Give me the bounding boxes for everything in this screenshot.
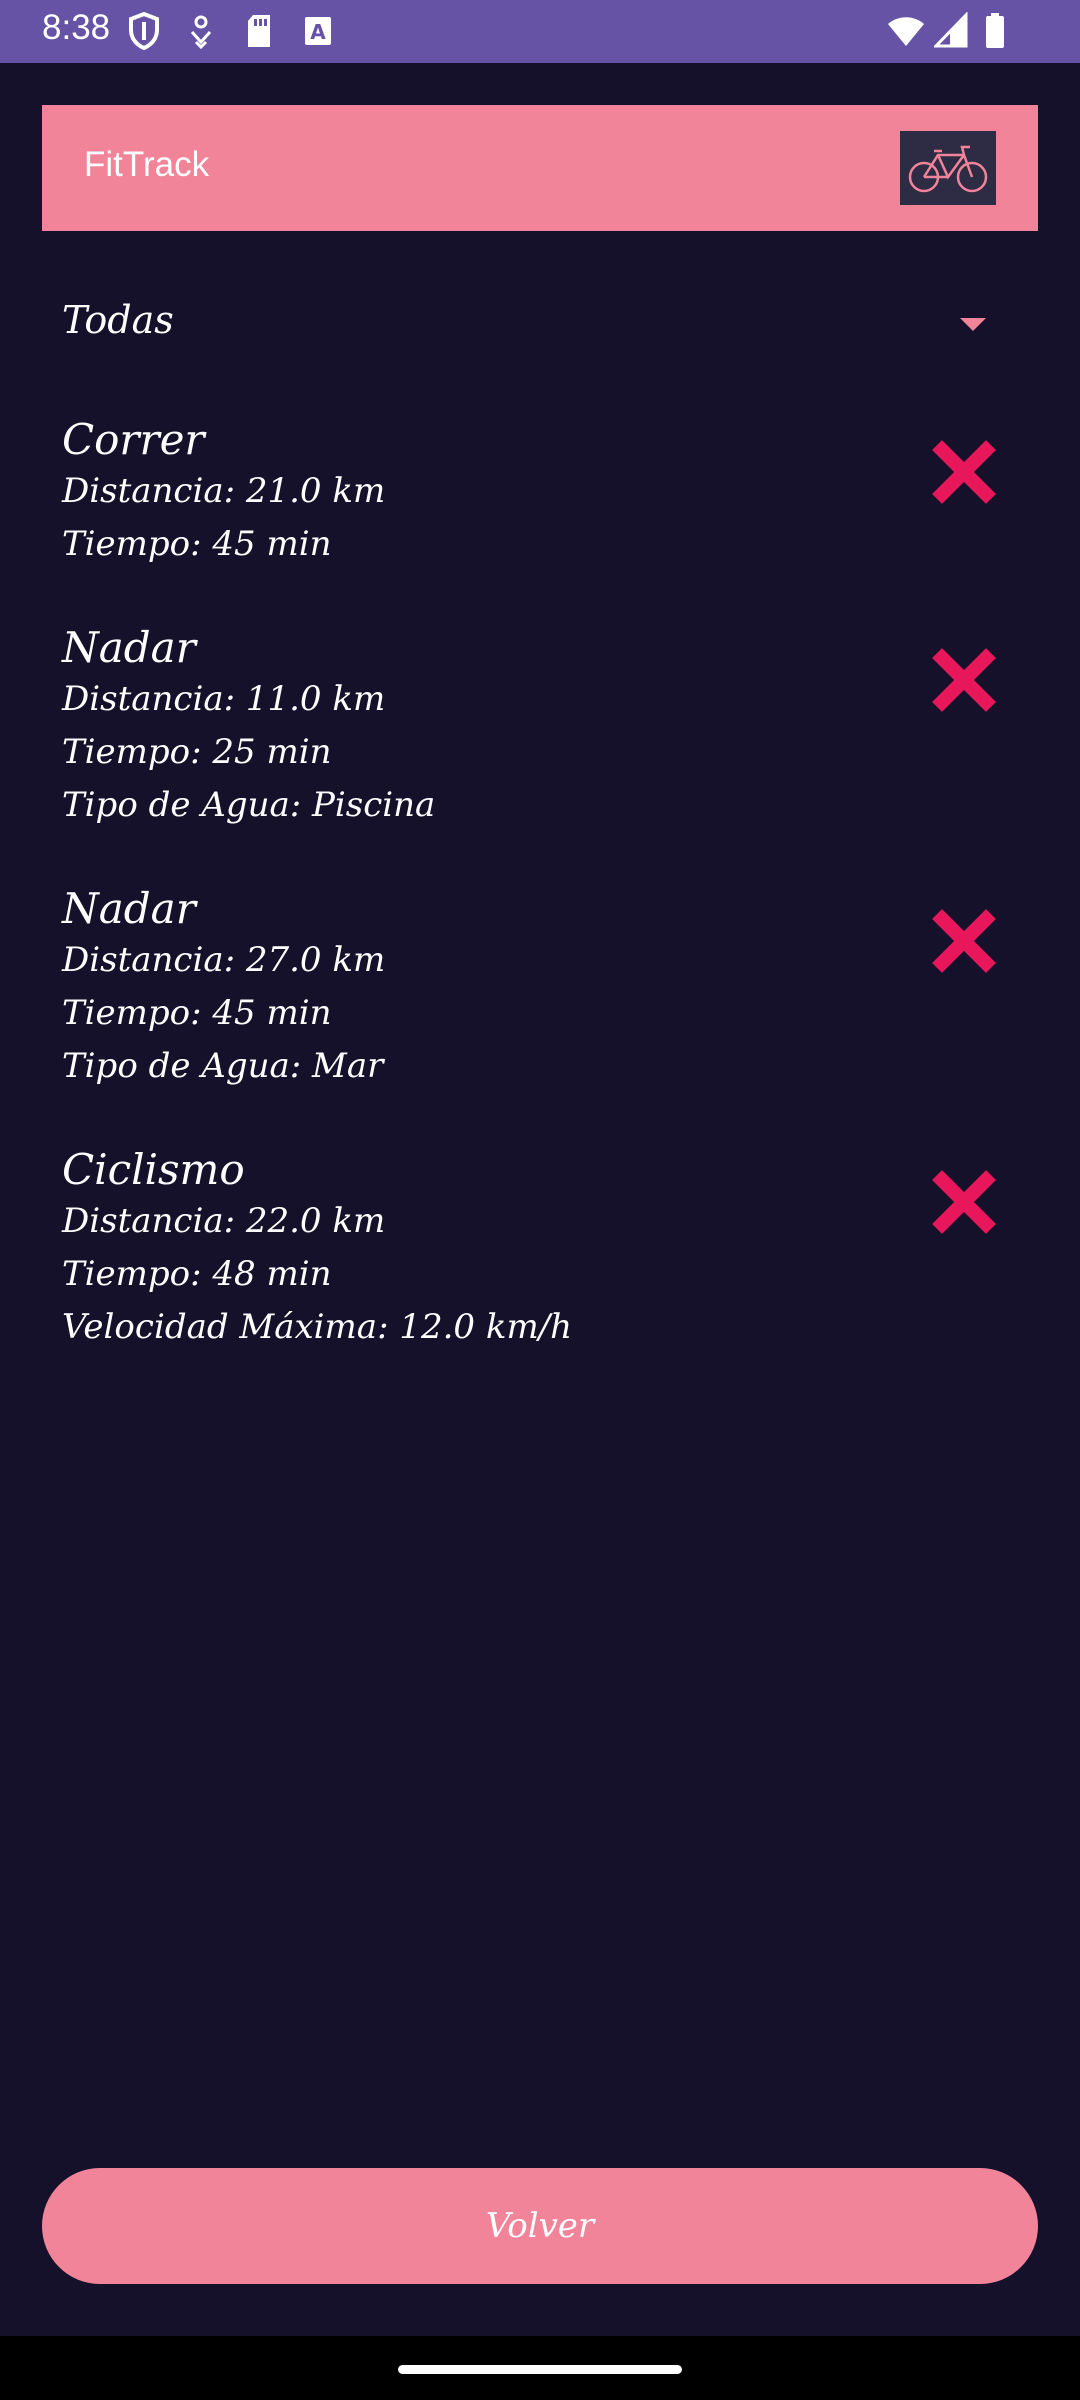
dropdown-arrow-icon — [960, 318, 986, 331]
bicycle-icon — [900, 131, 996, 205]
shield-icon — [128, 11, 160, 54]
activity-detail: Distancia: 21.0 km — [62, 471, 386, 511]
wifi-icon — [886, 12, 926, 54]
activity-detail: Tiempo: 45 min — [62, 524, 332, 564]
activity-item: Correr Distancia: 21.0 km Tiempo: 45 min — [62, 415, 1022, 571]
activity-filter-dropdown[interactable]: Todas — [42, 280, 1038, 370]
a-badge-icon: A — [302, 12, 334, 54]
activity-detail: Distancia: 22.0 km — [62, 1201, 386, 1241]
activity-detail: Distancia: 11.0 km — [62, 679, 386, 719]
delete-activity-button[interactable] — [932, 1170, 996, 1234]
delete-activity-button[interactable] — [932, 440, 996, 504]
app-bar: FitTrack — [42, 105, 1038, 231]
activity-detail: Tiempo: 25 min — [62, 732, 332, 772]
activity-item: Nadar Distancia: 11.0 km Tiempo: 25 min … — [62, 623, 1022, 832]
close-icon — [932, 1170, 996, 1234]
activity-item: Nadar Distancia: 27.0 km Tiempo: 45 min … — [62, 884, 1022, 1093]
fitness-icon — [188, 12, 214, 54]
battery-icon — [984, 12, 1006, 54]
signal-icon — [932, 11, 968, 54]
activity-title: Ciclismo — [62, 1145, 245, 1194]
activity-detail: Distancia: 27.0 km — [62, 940, 386, 980]
close-icon — [932, 440, 996, 504]
app-title: FitTrack — [84, 145, 210, 184]
close-icon — [932, 909, 996, 973]
home-gesture-handle[interactable] — [398, 2365, 682, 2374]
activity-detail: Tiempo: 48 min — [62, 1254, 332, 1294]
svg-text:A: A — [310, 20, 326, 44]
filter-selected-value: Todas — [62, 298, 174, 342]
activity-detail: Tiempo: 45 min — [62, 993, 332, 1033]
sd-card-icon — [244, 12, 274, 54]
delete-activity-button[interactable] — [932, 648, 996, 712]
status-bar: 8:38 A — [0, 0, 1080, 63]
activity-title: Nadar — [62, 884, 196, 933]
activity-detail: Tipo de Agua: Mar — [62, 1046, 384, 1086]
status-time: 8:38 — [42, 8, 111, 47]
close-icon — [932, 648, 996, 712]
activity-detail: Velocidad Máxima: 12.0 km/h — [62, 1307, 573, 1347]
navigation-bar — [0, 2336, 1080, 2400]
activity-title: Correr — [62, 415, 205, 464]
activity-title: Nadar — [62, 623, 196, 672]
activity-detail: Tipo de Agua: Piscina — [62, 785, 436, 825]
activity-item: Ciclismo Distancia: 22.0 km Tiempo: 48 m… — [62, 1145, 1022, 1354]
delete-activity-button[interactable] — [932, 909, 996, 973]
back-button[interactable]: Volver — [42, 2168, 1038, 2284]
